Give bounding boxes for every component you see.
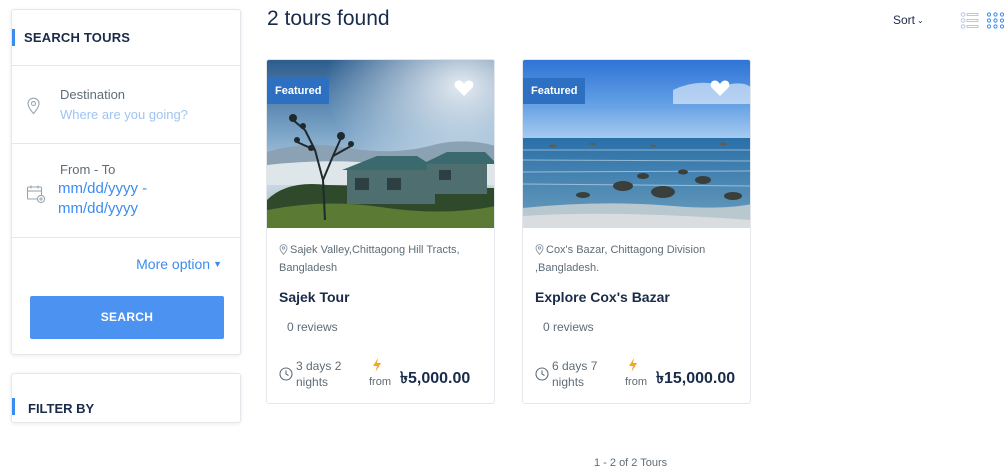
filter-by-panel: FILTER BY: [11, 373, 241, 423]
map-pin-icon: [26, 97, 41, 120]
tour-card[interactable]: Featured Sajek Valley,Chittagong Hill Tr…: [266, 59, 495, 404]
more-option-label: More option: [136, 256, 211, 272]
search-tours-title: SEARCH TOURS: [24, 30, 131, 45]
date-range-label: From - To: [60, 162, 116, 177]
clock-icon: [535, 367, 549, 386]
date-range-input[interactable]: mm/dd/yyyy - mm/dd/yyyy: [58, 179, 208, 219]
price-from: from: [369, 358, 399, 392]
heart-icon[interactable]: [710, 79, 730, 102]
clock-icon: [279, 367, 293, 386]
search-button[interactable]: SEARCH: [30, 296, 224, 339]
tour-title[interactable]: Explore Cox's Bazar: [535, 289, 670, 305]
chevron-down-icon: ⌄: [917, 16, 924, 25]
calendar-icon: [26, 184, 46, 209]
search-tours-panel: SEARCH TOURS Destination Where are you g…: [11, 9, 241, 355]
tour-location-text: Cox's Bazar, Chittagong Division ,Bangla…: [535, 244, 706, 274]
more-option-toggle[interactable]: More option ▼: [136, 256, 222, 272]
pagination-summary: 1 - 2 of 2 Tours: [594, 457, 668, 469]
tour-duration-text: 6 days 7 nights: [552, 359, 598, 389]
map-pin-icon: [535, 244, 544, 260]
caret-down-icon: ▼: [213, 259, 222, 269]
heart-icon[interactable]: [454, 79, 474, 102]
from-label: from: [369, 376, 391, 388]
grid-view-icon[interactable]: [986, 11, 1005, 36]
results-count: 2 tours found: [267, 7, 390, 30]
destination-label: Destination: [60, 87, 126, 102]
tour-card[interactable]: Featured Cox's Bazar, Chittagong Divisio…: [522, 59, 751, 404]
destination-input[interactable]: Where are you going?: [60, 107, 188, 122]
tour-location-text: Sajek Valley,Chittagong Hill Tracts, Ban…: [279, 244, 460, 274]
lightning-icon: [372, 358, 382, 377]
tour-price: ৳5,000.00: [400, 370, 471, 387]
date-range-field[interactable]: From - To mm/dd/yyyy - mm/dd/yyyy: [12, 144, 240, 238]
sort-label: Sort: [893, 13, 916, 27]
destination-field[interactable]: Destination Where are you going?: [12, 66, 240, 144]
list-view-icon[interactable]: [960, 11, 980, 36]
featured-badge: Featured: [267, 78, 330, 104]
sort-dropdown[interactable]: Sort ⌄: [893, 13, 924, 27]
tour-location: Sajek Valley,Chittagong Hill Tracts, Ban…: [279, 242, 489, 276]
search-tours-header: SEARCH TOURS: [12, 10, 240, 66]
tour-reviews: 0 reviews: [543, 320, 594, 334]
tour-location: Cox's Bazar, Chittagong Division ,Bangla…: [535, 242, 745, 276]
tour-duration-text: 3 days 2 nights: [296, 359, 342, 389]
header-accent-bar: [12, 29, 15, 46]
tour-photo-sajek[interactable]: Featured: [267, 60, 494, 228]
tour-price: ৳15,000.00: [656, 370, 736, 387]
tour-duration: 3 days 2 nights: [279, 358, 359, 392]
lightning-icon: [628, 358, 638, 377]
from-label: from: [625, 376, 647, 388]
price-from: from: [625, 358, 655, 392]
filter-accent-bar: [12, 398, 15, 415]
tour-reviews: 0 reviews: [287, 320, 338, 334]
filter-by-title: FILTER BY: [28, 401, 95, 416]
tour-photo-coxs-bazar[interactable]: Featured: [523, 60, 750, 228]
featured-badge: Featured: [523, 78, 586, 104]
map-pin-icon: [279, 244, 288, 260]
tour-duration: 6 days 7 nights: [535, 358, 615, 392]
tour-title[interactable]: Sajek Tour: [279, 289, 350, 305]
